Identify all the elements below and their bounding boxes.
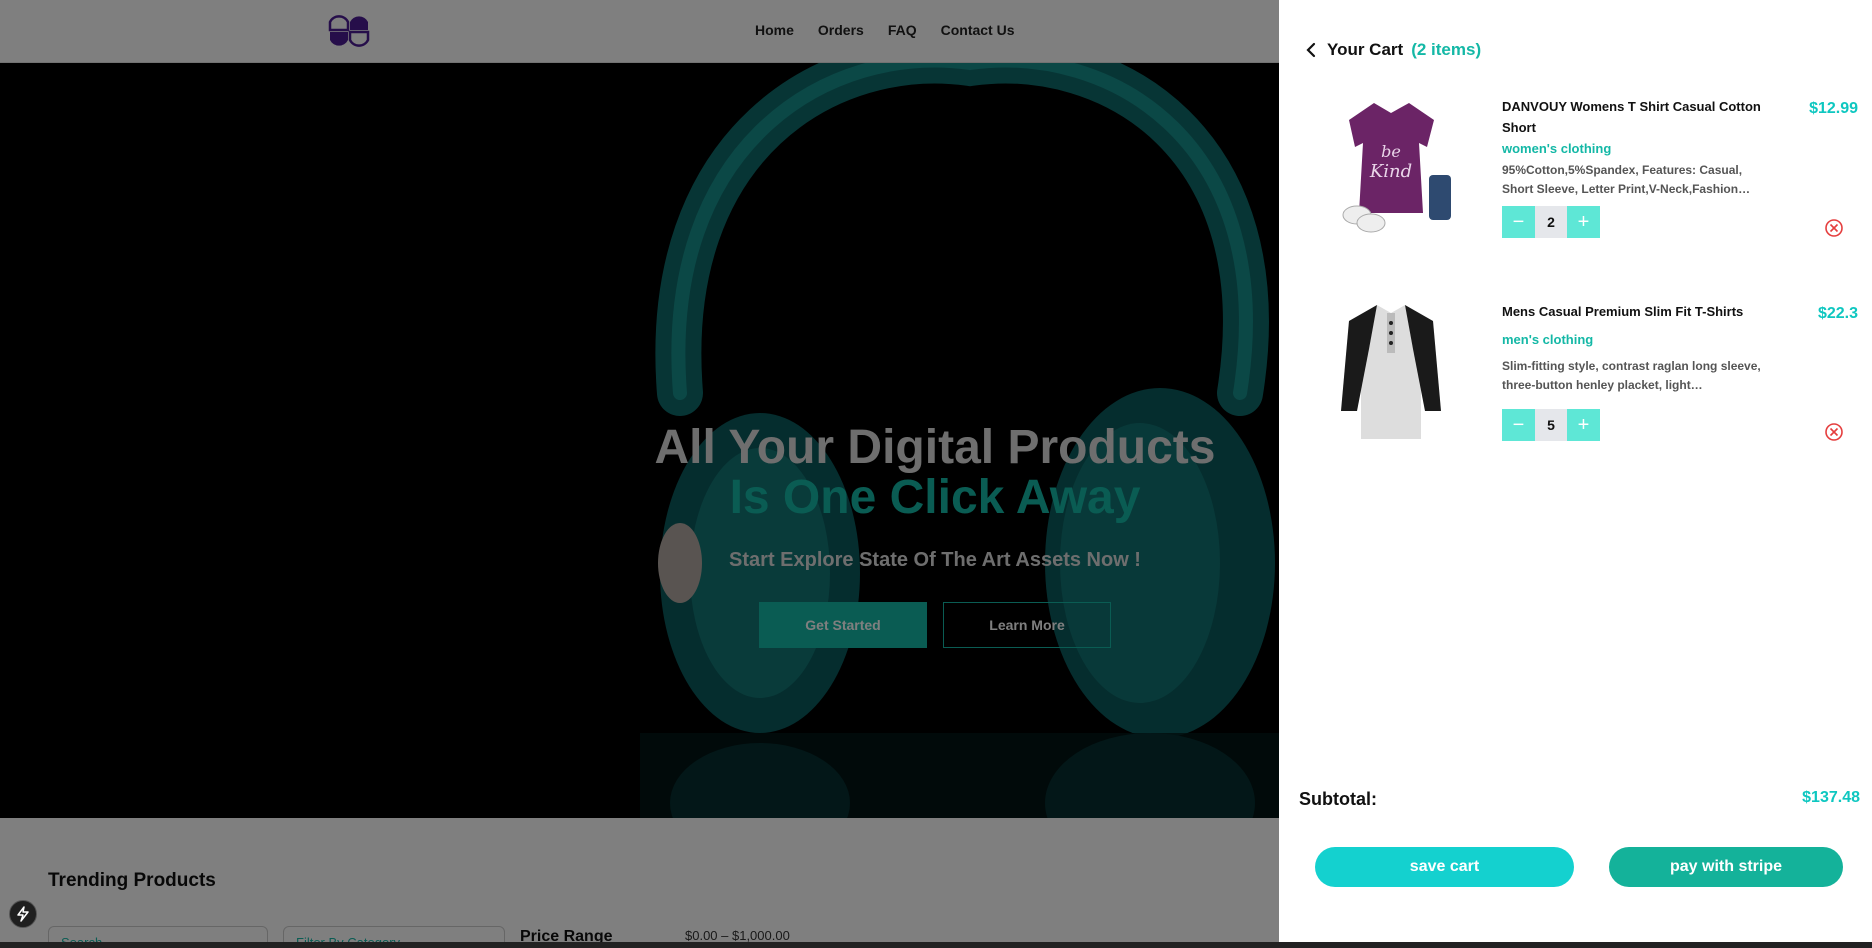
quantity-value: 5: [1535, 409, 1567, 441]
remove-item-icon[interactable]: [1824, 218, 1844, 238]
product-image-mens-shirt: [1341, 305, 1441, 439]
item-price: $12.99: [1809, 100, 1858, 117]
overlay-backdrop[interactable]: [0, 0, 1279, 948]
cart-item: be Kind DANVOUY Womens T Shirt Casual Co…: [1279, 90, 1872, 260]
cart-header: Your Cart (2 items): [1305, 40, 1481, 60]
item-category: women's clothing: [1502, 141, 1612, 156]
quantity-stepper: − 2 +: [1502, 206, 1600, 238]
quantity-stepper: − 5 +: [1502, 409, 1600, 441]
subtotal-label: Subtotal:: [1299, 789, 1377, 809]
increase-quantity-button[interactable]: +: [1567, 206, 1600, 238]
remove-item-icon[interactable]: [1824, 422, 1844, 442]
item-category: men's clothing: [1502, 332, 1594, 347]
item-title: Mens Casual Premium Slim Fit T-Shirts: [1502, 304, 1744, 319]
item-description: 95%Cotton,5%Spandex, Features: Casual, S…: [1502, 163, 1751, 196]
bolt-icon[interactable]: [9, 900, 37, 928]
decrease-quantity-button[interactable]: −: [1502, 206, 1535, 238]
item-price: $22.3: [1817, 305, 1858, 322]
decrease-quantity-button[interactable]: −: [1502, 409, 1535, 441]
bottom-bar: [0, 942, 1872, 948]
increase-quantity-button[interactable]: +: [1567, 409, 1600, 441]
quantity-value: 2: [1535, 206, 1567, 238]
cart-item: Mens Casual Premium Slim Fit T-Shirts me…: [1279, 295, 1872, 465]
product-image-womens-shirt: be Kind: [1342, 103, 1451, 233]
item-title: DANVOUY Womens T Shirt Casual Cotton Sho…: [1502, 99, 1761, 135]
cart-title: Your Cart: [1327, 40, 1404, 59]
svg-text:be: be: [1381, 142, 1401, 161]
svg-text:Kind: Kind: [1369, 161, 1412, 182]
item-description: Slim-fitting style, contrast raglan long…: [1502, 359, 1761, 392]
cart-drawer: Your Cart (2 items) be Kind DANVOUY Wome…: [1279, 0, 1872, 942]
subtotal-value: $137.48: [1802, 789, 1860, 806]
cart-count: (2 items): [1411, 40, 1482, 59]
save-cart-button[interactable]: save cart: [1315, 847, 1574, 887]
chevron-left-icon[interactable]: [1305, 42, 1319, 58]
pay-with-stripe-button[interactable]: pay with stripe: [1609, 847, 1843, 887]
